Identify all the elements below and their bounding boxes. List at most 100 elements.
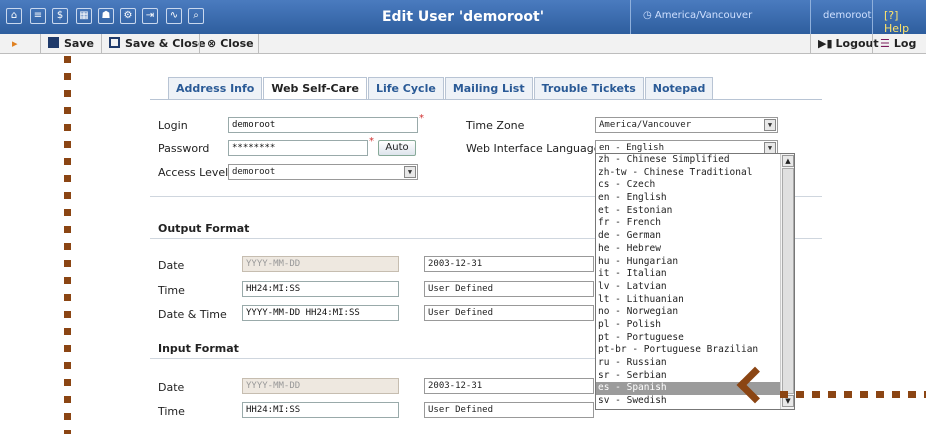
logout-icon: ▶▮ [818, 37, 833, 50]
customer-icon[interactable]: ☗ [98, 8, 114, 24]
current-user[interactable]: demoroot [823, 10, 871, 21]
language-option[interactable]: ru - Russian [596, 357, 794, 370]
language-option[interactable]: sv - Swedish [596, 395, 794, 408]
play-icon[interactable]: ▸ [12, 36, 18, 52]
logout-button[interactable]: ▶▮ Logout [818, 36, 879, 52]
access-level-value: demoroot [232, 167, 276, 177]
toolbar: ▸ Save Save & Close ⊗ Close ▶▮ Logout ☰ Log [0, 34, 926, 54]
tab-mailing-list[interactable]: Mailing List [444, 77, 533, 99]
tab-web-self-care[interactable]: Web Self-Care [263, 77, 367, 99]
scrollbar-thumb[interactable] [782, 168, 794, 394]
input-date-select[interactable]: 2003-12-31 [424, 378, 594, 394]
chart-icon[interactable]: ∿ [166, 8, 182, 24]
access-level-select[interactable]: demoroot ▼ [228, 164, 418, 180]
tab-notepad[interactable]: Notepad [644, 77, 714, 99]
exit-icon[interactable]: ⇥ [142, 8, 158, 24]
language-options: zh - Chinese Simplified zh-tw - Chinese T… [596, 154, 794, 408]
output-datetime-select[interactable]: User Defined [424, 305, 594, 321]
language-option[interactable]: de - German [596, 230, 794, 243]
required-marker: * [419, 113, 424, 124]
output-datetime-input[interactable]: YYYY-MM-DD HH24:MI:SS [242, 305, 399, 321]
divider [810, 34, 811, 54]
output-format-title: Output Format [158, 222, 250, 235]
output-date-input: YYYY-MM-DD [242, 256, 399, 272]
language-option[interactable]: pl - Polish [596, 319, 794, 332]
language-option[interactable]: et - Estonian [596, 205, 794, 218]
output-datetime-label: Date & Time [158, 308, 227, 321]
input-format-title: Input Format [158, 342, 239, 355]
language-option[interactable]: cs - Czech [596, 179, 794, 192]
close-label: Close [220, 37, 254, 50]
list-icon[interactable]: ≡ [30, 8, 46, 24]
language-option[interactable]: fr - French [596, 217, 794, 230]
language-option[interactable]: it - Italian [596, 268, 794, 281]
output-date-label: Date [158, 259, 185, 272]
save-close-icon [109, 37, 120, 48]
input-time-label: Time [158, 405, 185, 418]
save-icon [48, 37, 59, 48]
chevron-up-icon[interactable]: ▲ [782, 155, 794, 167]
output-date-select[interactable]: 2003-12-31 [424, 256, 594, 272]
divider [40, 34, 41, 54]
login-label: Login [158, 119, 188, 132]
chevron-down-icon: ▼ [764, 119, 776, 131]
language-option[interactable]: lv - Latvian [596, 281, 794, 294]
close-icon: ⊗ [207, 37, 217, 50]
output-datetime-select-value: User Defined [428, 308, 494, 318]
language-option[interactable]: pt-br - Portuguese Brazilian [596, 344, 794, 357]
save-label: Save [64, 37, 94, 50]
top-bar: ⌂ ≡ $ ▦ ☗ ⚙ ⇥ ∿ ⌕ Edit User 'demoroot' ◷… [0, 0, 926, 35]
timezone-link[interactable]: ◷ America/Vancouver [643, 10, 752, 21]
divider [101, 34, 102, 54]
section-divider [150, 358, 595, 359]
billing-icon[interactable]: $ [52, 8, 68, 24]
language-option[interactable]: hu - Hungarian [596, 256, 794, 269]
save-close-button[interactable]: Save & Close [109, 36, 206, 52]
tools-icon[interactable]: ⚙ [120, 8, 136, 24]
language-option[interactable]: zh-tw - Chinese Traditional [596, 167, 794, 180]
tab-trouble-tickets[interactable]: Trouble Tickets [533, 77, 644, 99]
input-time-select[interactable]: User Defined [424, 402, 594, 418]
chevron-down-icon: ▼ [404, 166, 416, 178]
divider [872, 34, 873, 54]
language-value: en - English [599, 143, 665, 153]
language-option[interactable]: en - English [596, 192, 794, 205]
tab-address-info[interactable]: Address Info [168, 77, 263, 99]
output-time-input[interactable]: HH24:MI:SS [242, 281, 399, 297]
log-button[interactable]: ☰ Log [880, 36, 926, 52]
language-option[interactable]: he - Hebrew [596, 243, 794, 256]
language-option[interactable]: lt - Lithuanian [596, 294, 794, 307]
log-icon: ☰ [880, 37, 890, 50]
input-time-select-value: User Defined [428, 405, 494, 415]
tab-underline [150, 99, 822, 100]
language-option[interactable]: pt - Portuguese [596, 332, 794, 345]
close-button[interactable]: ⊗ Close [207, 36, 254, 52]
auto-button[interactable]: Auto [378, 140, 416, 156]
save-close-label: Save & Close [125, 37, 206, 50]
left-pointer-line [64, 56, 71, 434]
dropdown-scrollbar[interactable]: ▲ ▼ [780, 154, 794, 409]
output-time-select[interactable]: User Defined [424, 281, 594, 297]
divider [872, 0, 873, 34]
tab-life-cycle[interactable]: Life Cycle [367, 77, 444, 99]
timezone-select[interactable]: America/Vancouver ▼ [595, 117, 778, 133]
home-icon[interactable]: ⌂ [6, 8, 22, 24]
password-input[interactable]: ******** [228, 140, 368, 156]
output-time-select-value: User Defined [428, 284, 494, 294]
pointer-dotted-line [780, 391, 926, 398]
input-time-input[interactable]: HH24:MI:SS [242, 402, 399, 418]
language-option[interactable]: zh - Chinese Simplified [596, 154, 794, 167]
save-button[interactable]: Save [48, 36, 94, 52]
help-link[interactable]: [?] Help [884, 9, 926, 35]
language-dropdown-list[interactable]: zh - Chinese Simplified zh-tw - Chinese T… [595, 153, 795, 410]
search-icon[interactable]: ⌕ [188, 8, 204, 24]
input-date-label: Date [158, 381, 185, 394]
divider [810, 0, 811, 34]
page-title: Edit User 'demoroot' [381, 9, 545, 25]
language-label: Web Interface Language [466, 142, 601, 155]
grid-icon[interactable]: ▦ [76, 8, 92, 24]
tab-bar: Address Info Web Self-Care Life Cycle Ma… [168, 77, 714, 99]
login-input[interactable]: demoroot [228, 117, 418, 133]
language-option[interactable]: no - Norwegian [596, 306, 794, 319]
log-label: Log [893, 37, 917, 50]
